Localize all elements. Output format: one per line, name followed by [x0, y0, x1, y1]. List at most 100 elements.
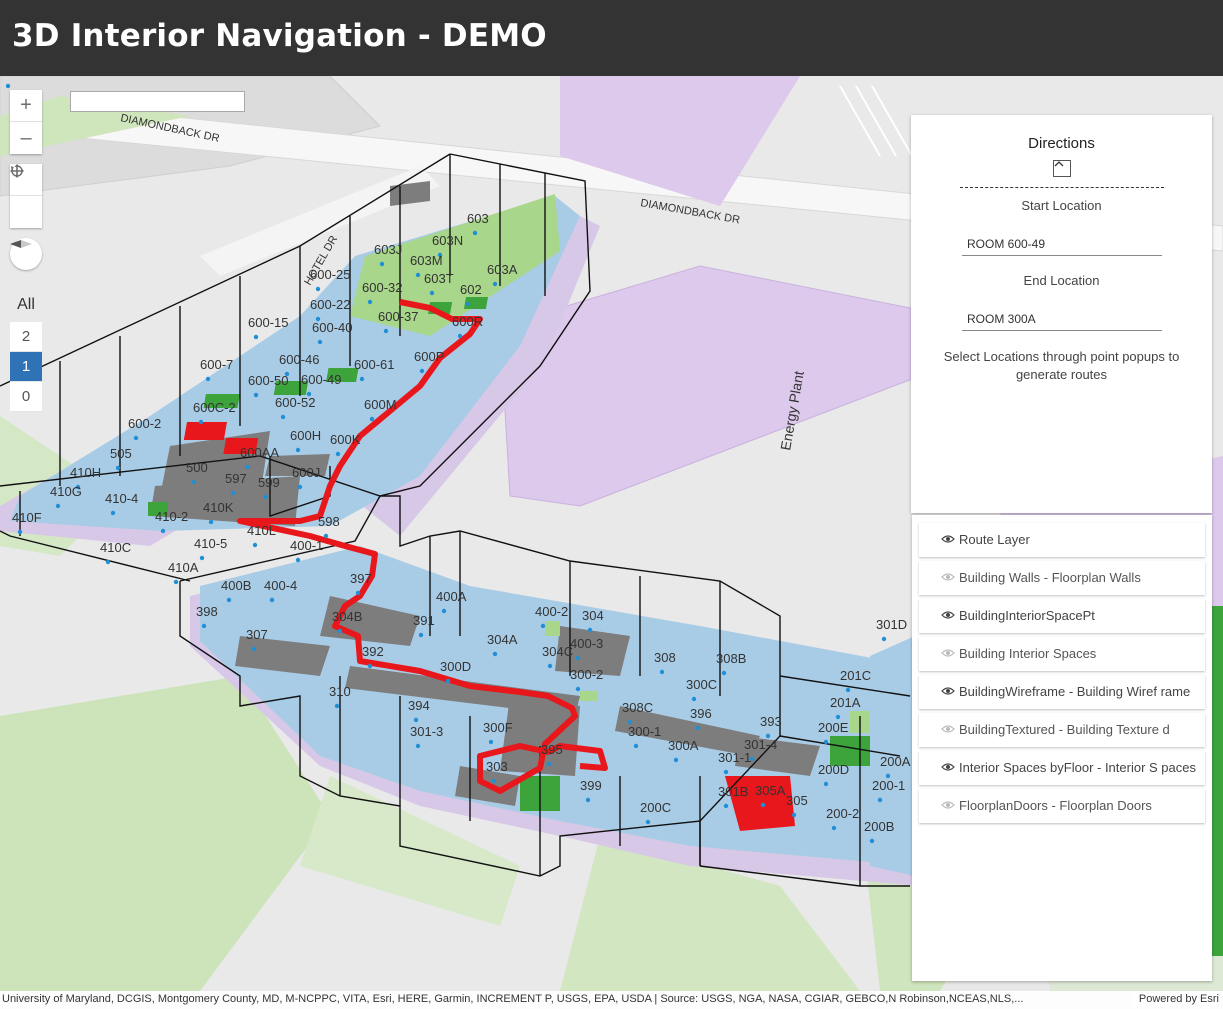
room-label[interactable]: 304B [332, 609, 362, 624]
room-label[interactable]: 397 [350, 571, 372, 586]
room-point-marker[interactable] [488, 739, 494, 745]
room-label[interactable]: 410G [50, 484, 82, 499]
room-label[interactable]: 600AA [240, 445, 279, 460]
room-label[interactable]: 600-25 [310, 267, 350, 282]
room-point-marker[interactable] [831, 825, 837, 831]
room-point-marker[interactable] [5, 83, 11, 89]
room-label[interactable]: 600C-2 [193, 400, 236, 415]
room-point-marker[interactable] [105, 559, 111, 565]
room-point-marker[interactable] [297, 484, 303, 490]
zoom-out-button[interactable]: – [10, 122, 42, 154]
room-label[interactable]: 300F [483, 720, 513, 735]
room-point-marker[interactable] [199, 555, 205, 561]
floor-0-button[interactable]: 0 [10, 382, 42, 412]
room-label[interactable]: 396 [690, 706, 712, 721]
room-point-marker[interactable] [823, 739, 829, 745]
room-point-marker[interactable] [723, 803, 729, 809]
room-point-marker[interactable] [251, 646, 257, 652]
room-point-marker[interactable] [315, 286, 321, 292]
room-label[interactable]: 410-5 [194, 536, 227, 551]
room-point-marker[interactable] [823, 781, 829, 787]
room-label[interactable]: 200-2 [826, 806, 859, 821]
room-point-marker[interactable] [760, 802, 766, 808]
room-label[interactable]: 310 [329, 684, 351, 699]
room-label[interactable]: 393 [760, 714, 782, 729]
room-label[interactable]: 410-2 [155, 509, 188, 524]
room-point-marker[interactable] [585, 797, 591, 803]
room-label[interactable]: 600-49 [301, 372, 341, 387]
room-label[interactable]: 603J [374, 242, 402, 257]
collapse-toggle-button[interactable] [1053, 160, 1071, 177]
room-point-marker[interactable] [881, 636, 887, 642]
room-point-marker[interactable] [205, 376, 211, 382]
room-label[interactable]: 600-37 [378, 309, 418, 324]
room-point-marker[interactable] [115, 465, 121, 471]
room-point-marker[interactable] [723, 769, 729, 775]
search-input[interactable] [70, 91, 245, 112]
room-point-marker[interactable] [337, 628, 343, 634]
room-point-marker[interactable] [359, 376, 365, 382]
room-label[interactable]: 307 [246, 627, 268, 642]
room-label[interactable]: 200-1 [872, 778, 905, 793]
room-point-marker[interactable] [673, 757, 679, 763]
room-label[interactable]: 600P [414, 349, 444, 364]
layer-item[interactable]: FloorplanDoors - Floorplan Doors [919, 789, 1205, 823]
room-point-marker[interactable] [245, 464, 251, 470]
room-label[interactable]: 410H [70, 465, 101, 480]
room-point-marker[interactable] [457, 333, 463, 339]
room-point-marker[interactable] [491, 778, 497, 784]
room-point-marker[interactable] [575, 686, 581, 692]
room-label[interactable]: 599 [258, 475, 280, 490]
room-label[interactable]: 600R [452, 314, 483, 329]
room-label[interactable]: 600-46 [279, 352, 319, 367]
room-point-marker[interactable] [253, 392, 259, 398]
room-point-marker[interactable] [317, 339, 323, 345]
room-point-marker[interactable] [546, 761, 552, 767]
room-label[interactable]: 300-2 [570, 667, 603, 682]
room-label[interactable]: 200- [0, 76, 26, 79]
room-label[interactable]: 304 [582, 608, 604, 623]
room-label[interactable]: 602 [460, 282, 482, 297]
room-label[interactable]: 200C [640, 800, 671, 815]
room-label[interactable]: 200D [818, 762, 849, 777]
room-label[interactable]: 305A [755, 783, 786, 798]
room-point-marker[interactable] [587, 627, 593, 633]
room-point-marker[interactable] [645, 819, 651, 825]
room-label[interactable]: 600-22 [310, 297, 350, 312]
rotate-button[interactable] [10, 165, 42, 228]
room-point-marker[interactable] [695, 725, 701, 731]
room-label[interactable]: 300C [686, 677, 717, 692]
room-label[interactable]: 304A [487, 632, 518, 647]
layer-item[interactable]: Interior Spaces byFloor - Interior S pac… [919, 751, 1205, 785]
room-point-marker[interactable] [721, 670, 727, 676]
floor-1-button[interactable]: 1 [10, 352, 42, 382]
room-point-marker[interactable] [441, 608, 447, 614]
room-point-marker[interactable] [253, 334, 259, 340]
room-label[interactable]: 600J [292, 465, 320, 480]
room-label[interactable]: 308C [622, 700, 653, 715]
room-label[interactable]: 600-7 [200, 357, 233, 372]
room-label[interactable]: 201A [830, 695, 861, 710]
room-point-marker[interactable] [133, 435, 139, 441]
floor-all-button[interactable]: All [10, 290, 42, 320]
room-point-marker[interactable] [877, 797, 883, 803]
room-label[interactable]: 600-2 [128, 416, 161, 431]
room-label[interactable]: 200A [880, 754, 911, 769]
room-label[interactable]: 603 [467, 211, 489, 226]
room-point-marker[interactable] [691, 696, 697, 702]
room-point-marker[interactable] [369, 416, 375, 422]
room-point-marker[interactable] [547, 663, 553, 669]
room-point-marker[interactable] [429, 290, 435, 296]
room-label[interactable]: 410K [203, 500, 234, 515]
room-point-marker[interactable] [323, 533, 329, 539]
room-label[interactable]: 410C [100, 540, 131, 555]
room-point-marker[interactable] [791, 812, 797, 818]
room-point-marker[interactable] [379, 261, 385, 267]
floor-2-button[interactable]: 2 [10, 322, 42, 352]
room-label[interactable]: 603M [410, 253, 443, 268]
powered-by-esri-link[interactable]: Powered by Esri [1132, 993, 1219, 1005]
room-label[interactable]: 303 [486, 759, 508, 774]
room-point-marker[interactable] [885, 773, 891, 779]
room-label[interactable]: 300D [440, 659, 471, 674]
room-label[interactable]: 304C [542, 644, 573, 659]
